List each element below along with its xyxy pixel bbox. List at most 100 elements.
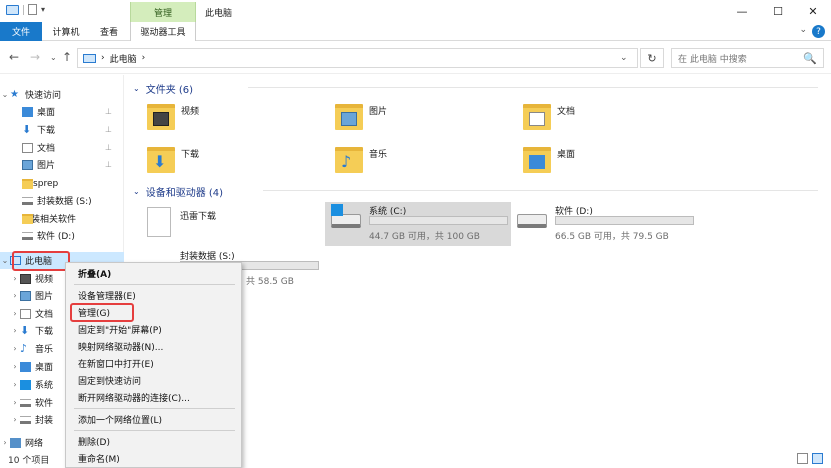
expand-arrow-icon[interactable]: › <box>10 291 20 300</box>
expand-arrow-icon[interactable]: › <box>10 398 20 407</box>
download-icon: ⬇ <box>153 152 167 171</box>
navigation-bar: ← → ⌄ ↑ › 此电脑 › ⌄ ↻ 在 此电脑 中搜索 🔍 <box>0 41 831 74</box>
menu-item-open-new-window[interactable]: 在新窗口中打开(E) <box>78 355 154 371</box>
tab-file[interactable]: 文件 <box>0 22 42 41</box>
pin-icon: ⊥ <box>105 125 112 134</box>
music-icon: ♪ <box>20 341 28 355</box>
search-icon[interactable]: 🔍 <box>803 52 817 65</box>
nav-quick-access[interactable]: ⌄ ★ 快速访问 <box>0 86 124 103</box>
expand-arrow-icon[interactable]: › <box>10 309 20 318</box>
forward-button[interactable]: → <box>30 50 40 64</box>
search-placeholder: 在 此电脑 中搜索 <box>678 54 747 65</box>
expand-arrow-icon[interactable]: › <box>0 438 10 447</box>
close-button[interactable]: ✕ <box>795 0 831 22</box>
search-input[interactable]: 在 此电脑 中搜索 🔍 <box>671 48 824 68</box>
address-dropdown-icon[interactable]: ⌄ <box>620 53 628 63</box>
expand-arrow-icon[interactable]: › <box>10 326 20 335</box>
group-header-devices[interactable]: ⌄ 设备和驱动器 (4) <box>133 184 823 199</box>
details-view-icon[interactable] <box>797 453 808 464</box>
recent-locations-button[interactable]: ⌄ <box>50 53 57 62</box>
window-title: 此电脑 <box>205 9 233 19</box>
file-icon <box>147 207 171 237</box>
properties-icon[interactable] <box>28 4 37 15</box>
status-bar: 10 个项目 <box>0 450 831 468</box>
folder-item-desktop[interactable]: 桌面 <box>523 145 703 181</box>
nav-label: 软件 <box>35 399 54 409</box>
folder-icon <box>22 213 33 224</box>
drive-icon <box>22 231 33 240</box>
menu-item-collapse[interactable]: 折叠(A) <box>78 265 111 281</box>
expand-arrow-icon[interactable]: › <box>10 380 20 389</box>
nav-item-documents[interactable]: 文档 ⊥ <box>0 139 124 156</box>
picture-icon <box>22 159 33 170</box>
folder-item-music[interactable]: ♪ 音乐 <box>335 145 515 181</box>
desktop-icon <box>20 361 31 372</box>
collapse-group-icon[interactable]: ⌄ <box>133 187 140 196</box>
nav-label: 文档 <box>37 144 56 154</box>
document-icon <box>22 142 33 153</box>
pin-icon: ⊥ <box>105 143 112 152</box>
breadcrumb-sep[interactable]: › <box>142 53 146 63</box>
expand-arrow-icon[interactable]: ⌄ <box>0 90 10 99</box>
drive-info: 44.7 GB 可用，共 100 GB <box>369 232 480 242</box>
folder-label: 图片 <box>369 107 388 117</box>
folder-item-documents[interactable]: 文档 <box>523 102 703 138</box>
expand-arrow-icon[interactable]: › <box>10 344 20 353</box>
breadcrumb-sep[interactable]: › <box>101 53 105 63</box>
expand-arrow-icon[interactable]: ⌄ <box>0 256 10 265</box>
drive-item-d[interactable]: 软件 (D:) 66.5 GB 可用，共 79.5 GB <box>511 202 701 246</box>
menu-item-disconnect-network-drive[interactable]: 断开网络驱动器的连接(C)... <box>78 389 190 405</box>
minimize-button[interactable]: — <box>724 0 760 22</box>
nav-label: 桌面 <box>37 108 56 118</box>
menu-item-map-network-drive[interactable]: 映射网络驱动器(N)... <box>78 338 163 354</box>
folder-item-videos[interactable]: 视频 <box>147 102 327 138</box>
expand-arrow-icon[interactable]: › <box>10 362 20 371</box>
nav-item-downloads[interactable]: ⬇ 下载 ⊥ <box>0 121 124 138</box>
expand-arrow-icon[interactable]: › <box>10 415 20 424</box>
folder-label: 视频 <box>181 107 200 117</box>
tab-computer[interactable]: 计算机 <box>46 22 86 41</box>
maximize-button[interactable]: ☐ <box>760 0 796 22</box>
folder-item-pictures[interactable]: 图片 <box>335 102 515 138</box>
desktop-icon <box>529 155 545 169</box>
tiles-view-icon[interactable] <box>812 453 823 464</box>
breadcrumb-this-pc[interactable]: 此电脑 <box>110 52 137 65</box>
nav-item-packaging-software[interactable]: 封装相关软件 <box>0 210 124 227</box>
folder-label: 下载 <box>181 150 200 160</box>
nav-item-desktop[interactable]: 桌面 ⊥ <box>0 103 124 120</box>
drive-icon <box>22 196 33 205</box>
drive-icon <box>20 415 31 424</box>
folder-item-downloads[interactable]: ⬇ 下载 <box>147 145 327 181</box>
menu-item-delete[interactable]: 删除(D) <box>78 433 110 449</box>
menu-item-pin-quick-access[interactable]: 固定到快速访问 <box>78 372 141 388</box>
contextual-tab-header: 管理 <box>130 2 196 22</box>
expand-arrow-icon[interactable]: › <box>10 274 20 283</box>
refresh-button[interactable]: ↻ <box>640 48 664 68</box>
up-button[interactable]: ↑ <box>62 50 72 64</box>
collapse-group-icon[interactable]: ⌄ <box>133 84 140 93</box>
customize-toolbar-icon[interactable]: ▾ <box>41 5 45 14</box>
windows-drive-icon <box>20 379 31 390</box>
nav-label: 下载 <box>37 126 56 136</box>
device-item-xunlei[interactable]: 迅雷下载 <box>125 205 255 245</box>
nav-item-drive-d[interactable]: 软件 (D:) <box>0 227 124 244</box>
highlight-box <box>70 303 134 322</box>
quick-access-toolbar: ▾ <box>6 4 45 15</box>
address-bar[interactable]: › 此电脑 › <box>77 48 638 68</box>
group-header-folders[interactable]: ⌄ 文件夹 (6) <box>133 81 823 96</box>
menu-item-device-manager[interactable]: 设备管理器(E) <box>78 287 136 303</box>
usage-bar <box>555 216 694 225</box>
nav-item-sysprep[interactable]: Sysprep <box>0 175 124 192</box>
tab-view[interactable]: 查看 <box>92 22 126 41</box>
menu-item-pin-to-start[interactable]: 固定到"开始"屏幕(P) <box>78 321 162 337</box>
back-button[interactable]: ← <box>9 50 19 64</box>
nav-item-drive-s[interactable]: 封装数据 (S:) <box>0 192 124 209</box>
help-icon[interactable]: ? <box>812 25 825 38</box>
menu-item-add-network-location[interactable]: 添加一个网络位置(L) <box>78 411 162 427</box>
drive-item-c[interactable]: 系统 (C:) 44.7 GB 可用，共 100 GB <box>325 202 511 246</box>
tab-drive-tools[interactable]: 驱动器工具 <box>130 22 196 41</box>
divider <box>263 190 818 191</box>
nav-item-pictures[interactable]: 图片 ⊥ <box>0 156 124 173</box>
nav-label: 系统 <box>35 381 54 391</box>
expand-ribbon-icon[interactable]: ⌄ <box>799 25 807 35</box>
